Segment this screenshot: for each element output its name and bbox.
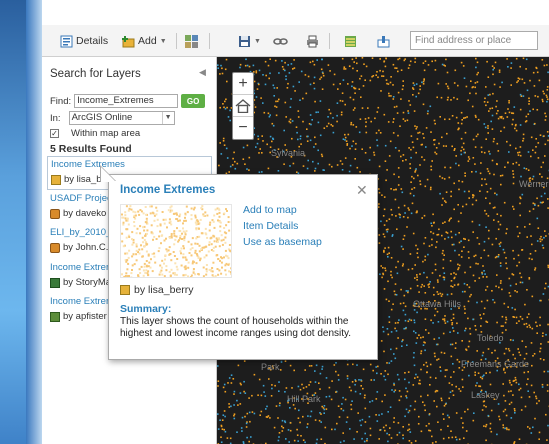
owner-label: by lisa_berry	[134, 284, 194, 296]
within-map-checkbox[interactable]: ✓	[50, 129, 59, 138]
home-icon	[235, 98, 251, 113]
share-link-button[interactable]	[273, 33, 288, 49]
window-frame	[26, 0, 42, 444]
web-app-icon	[50, 277, 60, 288]
search-input[interactable]: Find address or place	[410, 31, 538, 50]
result-title: USADF Project	[50, 193, 115, 204]
chevron-down-icon: ▼	[161, 112, 174, 124]
find-label: Find:	[50, 95, 72, 107]
bookmark-icon	[377, 35, 390, 47]
result-owner: by apfister	[50, 311, 107, 322]
result-title: ELI_by_2010_	[50, 227, 112, 238]
save-button[interactable]: ▼	[238, 33, 261, 49]
search-scope-value: ArcGIS Online	[71, 112, 133, 123]
zoom-control: + −	[232, 72, 254, 140]
toolbar-divider	[329, 33, 330, 49]
map-package-icon	[50, 242, 60, 253]
toolbar-divider	[176, 33, 177, 49]
map-label: Hill Park	[287, 394, 321, 404]
popup-owner: by lisa_berry	[120, 284, 194, 296]
map-label: Sylvania	[271, 148, 306, 158]
map-label: Freemans Garde	[461, 359, 530, 369]
feature-layer-icon	[51, 174, 61, 185]
within-map-label: Within map area	[71, 128, 141, 139]
map-package-icon	[50, 208, 60, 219]
search-scope-select[interactable]: ArcGIS Online ▼	[68, 111, 175, 125]
collapse-panel-icon[interactable]: ◀	[199, 67, 206, 78]
toolbar-divider	[209, 33, 210, 49]
home-button[interactable]	[233, 95, 253, 117]
in-label: In:	[50, 112, 61, 124]
use-as-basemap-link[interactable]: Use as basemap	[243, 236, 322, 248]
go-button[interactable]: GO	[181, 94, 206, 108]
summary-text: This layer shows the count of households…	[120, 316, 352, 339]
save-icon	[239, 35, 250, 47]
window-glass	[0, 0, 26, 444]
add-to-map-link[interactable]: Add to map	[243, 204, 297, 216]
result-title: Income Extrer	[50, 296, 110, 307]
link-icon	[273, 37, 288, 45]
details-label: Details	[76, 35, 109, 47]
popup-pointer	[101, 167, 116, 182]
details-icon	[60, 35, 73, 47]
result-owner: by John.C.I	[50, 242, 111, 253]
result-owner: by StoryMa	[50, 277, 111, 288]
popup-title: Income Extremes	[120, 184, 216, 196]
results-count: 5 Results Found	[50, 143, 132, 155]
zoom-out-button[interactable]: −	[233, 117, 253, 139]
print-icon	[307, 35, 318, 47]
details-button[interactable]: Details	[60, 33, 108, 49]
chevron-down-icon: ▼	[254, 37, 261, 45]
in-row: In: ArcGIS Online ▼	[50, 111, 175, 125]
measure-button[interactable]	[344, 33, 357, 49]
basemap-grid-icon	[185, 34, 198, 48]
item-popup: Income Extremes ✕ Add to map Item Detail…	[100, 165, 378, 360]
map-label: Laskey	[471, 390, 500, 400]
close-icon[interactable]: ✕	[356, 182, 368, 199]
map-label: Ottawa Hills	[413, 299, 462, 309]
map-label: Werner	[519, 179, 549, 189]
item-thumbnail	[120, 204, 232, 278]
desktop-background	[0, 0, 42, 444]
panel-title: Search for Layers	[50, 68, 141, 80]
bookmark-button[interactable]	[377, 33, 390, 49]
toolbar: Details Add ▼ ▼ Find address or place	[42, 25, 549, 57]
result-title: Income Extrer	[50, 262, 110, 273]
find-row: Find: Income_Extremes GO	[50, 94, 206, 108]
result-owner: by daveko	[50, 208, 106, 219]
map-label: Park	[261, 362, 280, 372]
map-label: Toledo	[477, 333, 504, 343]
print-button[interactable]	[306, 33, 319, 49]
add-label: Add	[138, 35, 157, 47]
within-map-row: ✓ Within map area	[50, 128, 140, 139]
item-details-link[interactable]: Item Details	[243, 220, 298, 232]
result-owner: by lisa_be	[51, 174, 107, 185]
thumbnail-map-image	[121, 205, 231, 277]
basemap-button[interactable]	[185, 33, 198, 49]
summary-heading: Summary:	[120, 303, 172, 315]
add-button[interactable]: Add ▼	[122, 33, 167, 49]
add-layer-icon	[122, 35, 135, 47]
feature-layer-icon	[120, 285, 130, 295]
chevron-down-icon: ▼	[159, 37, 167, 45]
zoom-in-button[interactable]: +	[233, 73, 253, 95]
web-app-icon	[50, 311, 60, 322]
find-input[interactable]: Income_Extremes	[74, 94, 179, 108]
measure-icon	[345, 35, 356, 47]
